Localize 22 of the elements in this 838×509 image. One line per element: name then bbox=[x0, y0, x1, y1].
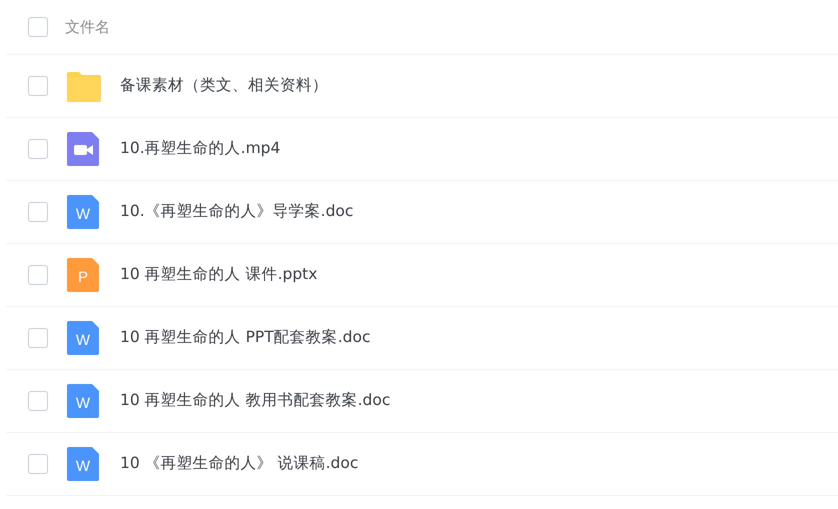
file-name[interactable]: 备课素材（类文、相关资料） bbox=[120, 74, 328, 98]
checkbox[interactable] bbox=[28, 76, 48, 96]
column-header: 文件名 bbox=[65, 16, 110, 38]
checkbox[interactable] bbox=[28, 391, 48, 411]
word-file-icon: W bbox=[66, 383, 102, 419]
checkbox[interactable] bbox=[28, 17, 48, 37]
file-name[interactable]: 10 再塑生命的人 课件.pptx bbox=[120, 263, 318, 287]
video-file-icon bbox=[66, 131, 102, 167]
file-name[interactable]: 10 《再塑生命的人》 说课稿.doc bbox=[120, 452, 358, 476]
checkbox[interactable] bbox=[28, 328, 48, 348]
file-name[interactable]: 10.《再塑生命的人》导学案.doc bbox=[120, 200, 354, 224]
checkbox[interactable] bbox=[28, 454, 48, 474]
word-file-icon: W bbox=[66, 320, 102, 356]
word-file-icon: W bbox=[66, 446, 102, 482]
checkbox[interactable] bbox=[28, 265, 48, 285]
checkbox[interactable] bbox=[28, 139, 48, 159]
file-name[interactable]: 10 再塑生命的人 教用书配套教案.doc bbox=[120, 389, 390, 413]
file-name[interactable]: 10 再塑生命的人 PPT配套教案.doc bbox=[120, 326, 371, 350]
checkbox[interactable] bbox=[28, 202, 48, 222]
file-name[interactable]: 10.再塑生命的人.mp4 bbox=[120, 137, 280, 161]
slides-file-icon: P bbox=[66, 257, 102, 293]
word-file-icon: W bbox=[66, 194, 102, 230]
